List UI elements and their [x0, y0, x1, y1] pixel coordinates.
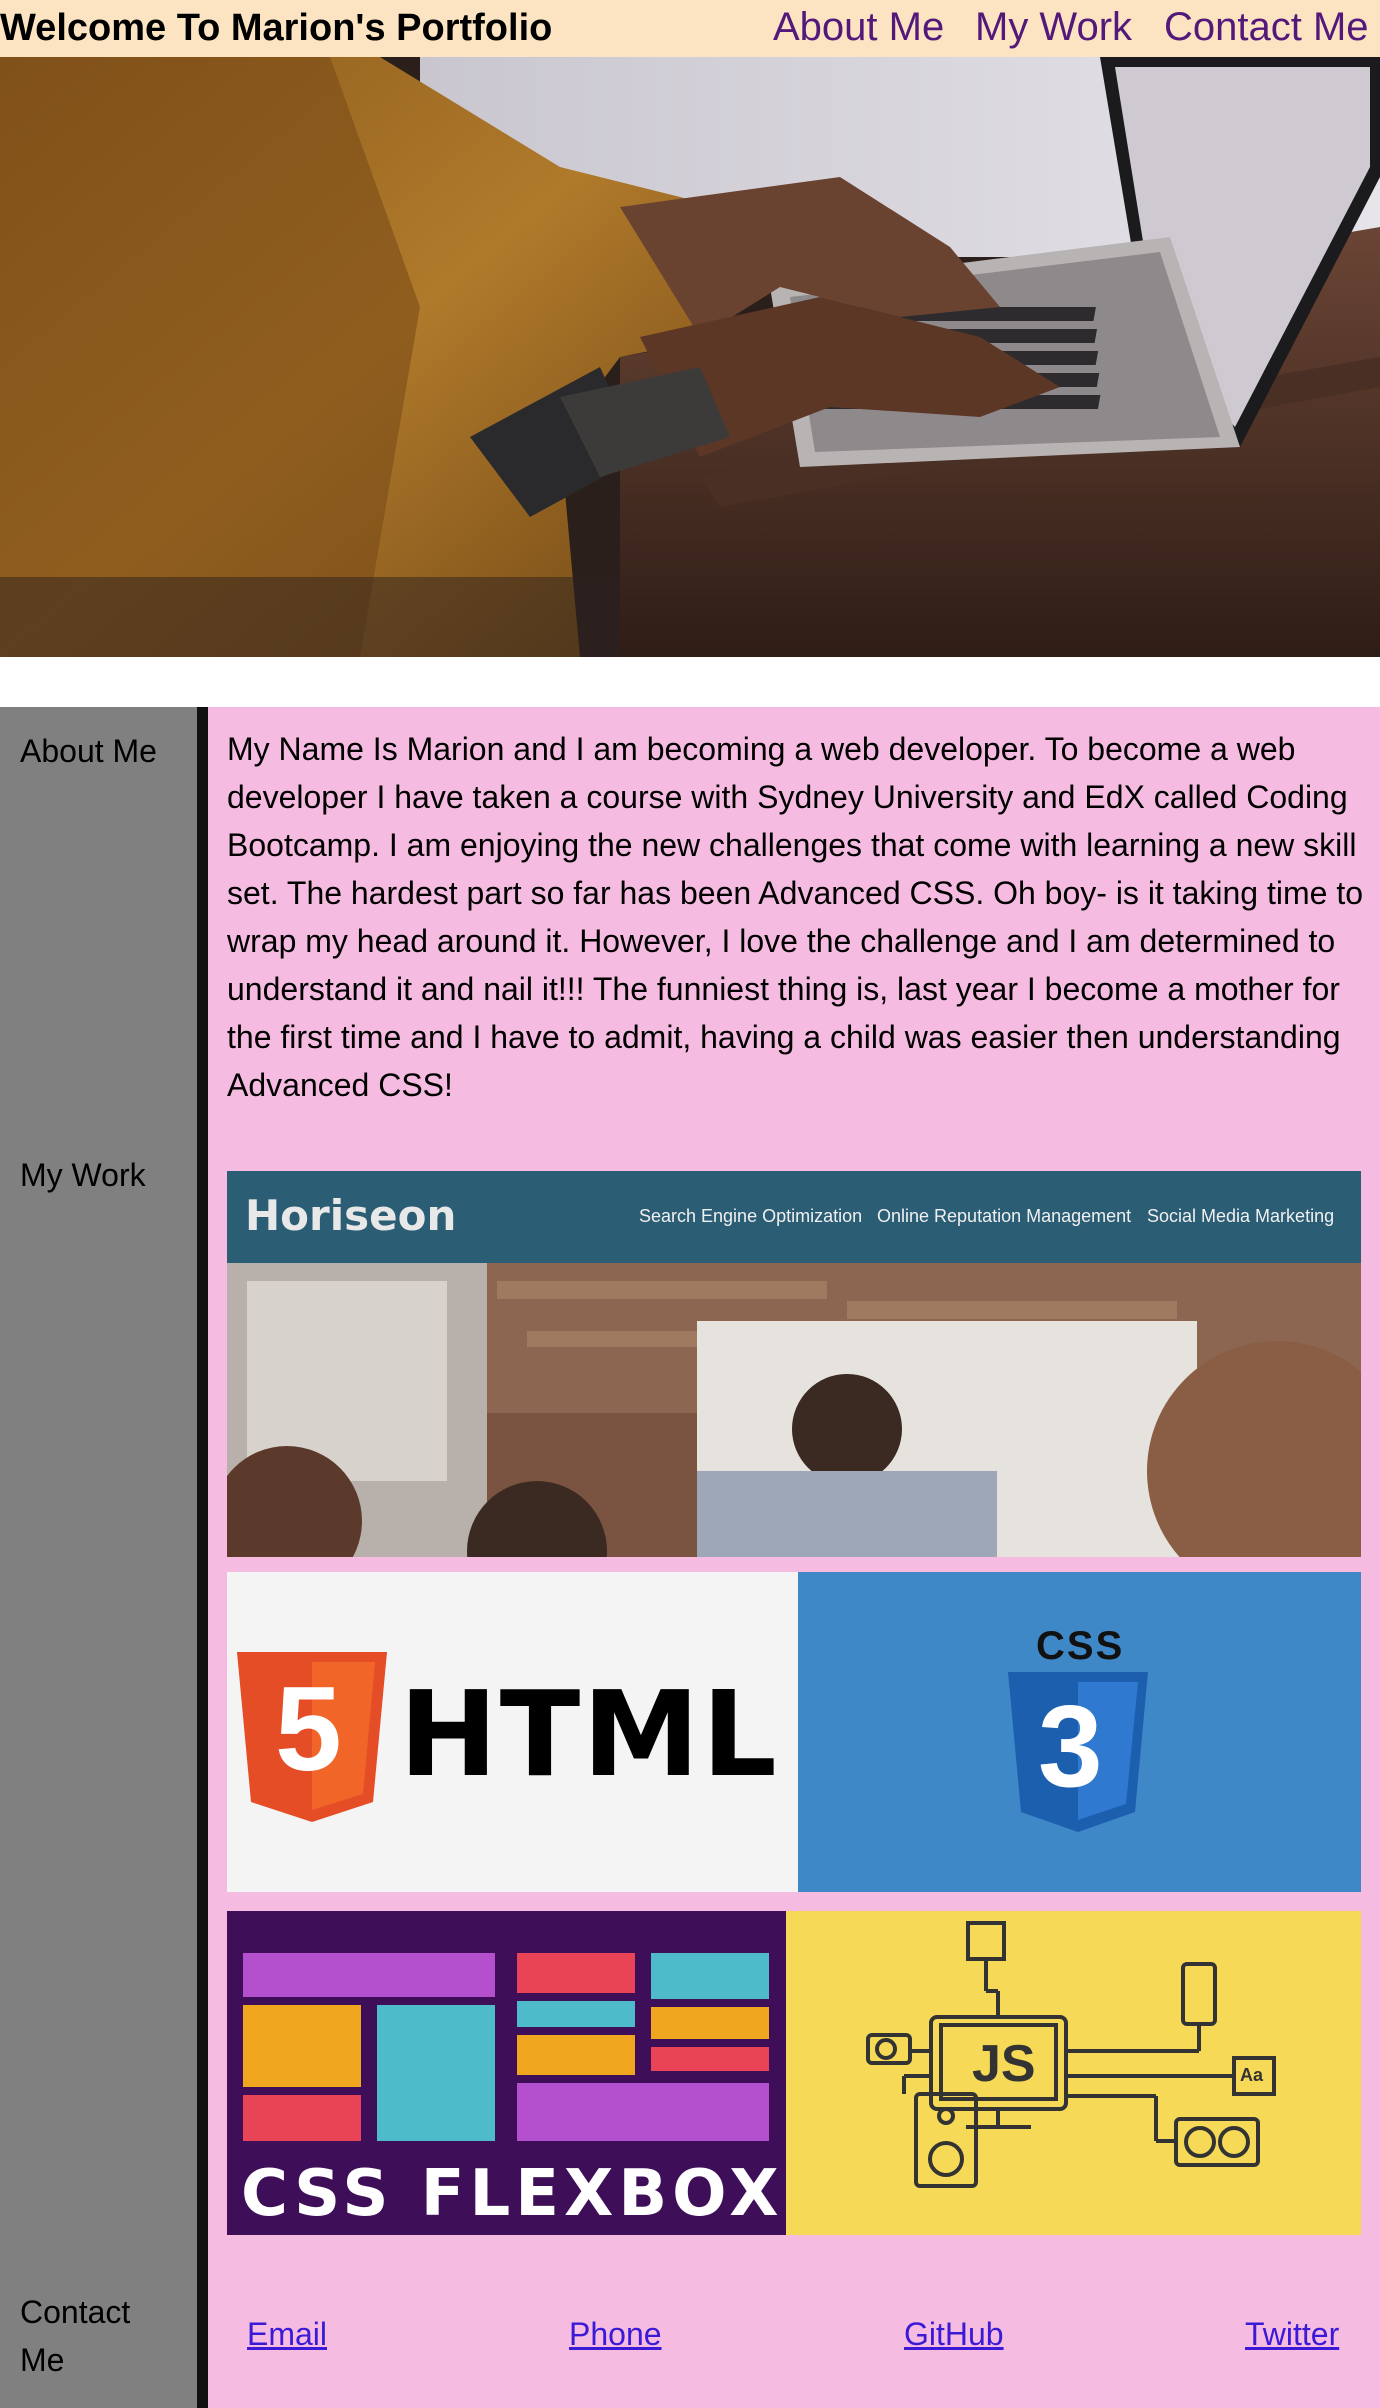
- js-label: JS: [972, 2035, 1036, 2093]
- contact-link-github[interactable]: GitHub: [904, 2310, 1004, 2358]
- site-header: Welcome To Marion's Portfolio About Me M…: [0, 0, 1380, 57]
- css3-badge-number: 3: [1038, 1681, 1103, 1811]
- hero-laptop-illustration: [0, 57, 1380, 657]
- flexbox-label: CSS FLEXBOX: [241, 2157, 784, 2231]
- sidebar-label-contact-me: Contact Me: [20, 2294, 131, 2378]
- sidebar-label-about-me: About Me: [20, 733, 157, 769]
- sidebar-divider: [197, 707, 208, 2408]
- work-css3[interactable]: CSS 3: [798, 1572, 1361, 1892]
- hero-image: [0, 57, 1380, 657]
- js-devices-illustration: [866, 1921, 1276, 2188]
- sidebar: [0, 707, 197, 2408]
- html5-badge-number: 5: [275, 1662, 342, 1796]
- site-title: Welcome To Marion's Portfolio: [0, 7, 553, 49]
- contact-link-twitter[interactable]: Twitter: [1245, 2310, 1339, 2358]
- contact-link-email[interactable]: Email: [247, 2310, 327, 2358]
- sidebar-label-my-work: My Work: [20, 1157, 146, 1193]
- nav-my-work[interactable]: My Work: [975, 4, 1132, 50]
- work-css-flexbox[interactable]: CSS FLEXBOX: [227, 1911, 786, 2235]
- horiseon-nav-smm: Social Media Marketing: [1147, 1206, 1335, 1226]
- nav-contact-me[interactable]: Contact Me: [1164, 4, 1369, 50]
- horiseon-logo: Horiseon: [245, 1191, 457, 1240]
- horiseon-nav-orm: Online Reputation Management: [877, 1206, 1132, 1226]
- contact-link-phone[interactable]: Phone: [569, 2310, 662, 2358]
- nav-about-me[interactable]: About Me: [773, 4, 944, 50]
- css3-top-label: CSS: [1036, 1624, 1125, 1668]
- about-me-paragraph: My Name Is Marion and I am becoming a we…: [227, 731, 1364, 1103]
- js-font-icon-label: Aa: [1240, 2065, 1264, 2085]
- work-horiseon[interactable]: Horiseon Search Engine Optimization Onli…: [227, 1171, 1361, 1557]
- html-label: HTML: [399, 1665, 779, 1803]
- work-html[interactable]: 5 HTML: [227, 1572, 798, 1892]
- horiseon-nav-seo: Search Engine Optimization: [639, 1206, 863, 1226]
- flexbox-layout-illustration: [243, 1953, 769, 2141]
- work-javascript[interactable]: JS Aa: [786, 1911, 1361, 2235]
